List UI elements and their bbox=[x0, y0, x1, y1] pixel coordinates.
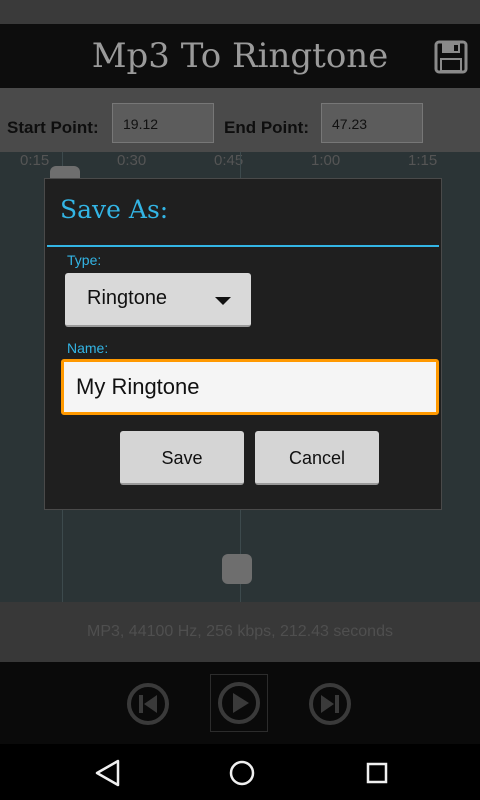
save-as-dialog: Save As: Type: Ringtone Name: Save Cance… bbox=[44, 178, 442, 510]
system-nav-bar bbox=[0, 744, 480, 800]
app-title: Mp3 To Ringtone bbox=[91, 36, 389, 76]
skip-next-icon[interactable] bbox=[308, 682, 352, 726]
type-dropdown-value: Ringtone bbox=[87, 287, 168, 309]
floppy-disk-icon[interactable] bbox=[434, 40, 468, 74]
timeline-tick: 1:15 bbox=[408, 152, 438, 169]
end-point-label: End Point: bbox=[224, 118, 309, 137]
app-title-bar: Mp3 To Ringtone bbox=[0, 24, 480, 88]
name-input[interactable] bbox=[61, 359, 439, 415]
timeline-tick: 0:30 bbox=[117, 152, 147, 169]
start-point-field[interactable]: 19.12 bbox=[112, 103, 214, 143]
recents-square-icon[interactable] bbox=[360, 756, 394, 790]
play-icon bbox=[218, 682, 260, 724]
dialog-divider bbox=[47, 245, 439, 247]
dialog-title: Save As: bbox=[60, 195, 169, 224]
cancel-button[interactable]: Cancel bbox=[255, 431, 379, 485]
end-point-field[interactable]: 47.23 bbox=[321, 103, 423, 143]
end-marker-handle[interactable] bbox=[222, 554, 252, 584]
back-triangle-icon[interactable] bbox=[91, 756, 125, 790]
name-label: Name: bbox=[67, 340, 109, 356]
type-dropdown[interactable]: Ringtone bbox=[65, 273, 251, 327]
type-label: Type: bbox=[67, 252, 102, 268]
save-button[interactable]: Save bbox=[120, 431, 244, 485]
timeline-tick: 0:45 bbox=[214, 152, 244, 169]
skip-previous-icon[interactable] bbox=[126, 682, 170, 726]
dropdown-arrow-icon bbox=[215, 297, 231, 305]
file-info-bar: MP3, 44100 Hz, 256 kbps, 212.43 seconds bbox=[0, 602, 480, 662]
timeline-tick: 0:15 bbox=[20, 152, 50, 169]
status-bar bbox=[0, 0, 480, 24]
playback-controls bbox=[0, 662, 480, 744]
start-point-label: Start Point: bbox=[7, 118, 99, 137]
points-bar: Start Point: 19.12 End Point: 47.23 bbox=[0, 88, 480, 154]
file-info-text: MP3, 44100 Hz, 256 kbps, 212.43 seconds bbox=[87, 623, 393, 640]
timeline-tick: 1:00 bbox=[311, 152, 341, 169]
play-button[interactable] bbox=[210, 674, 268, 732]
home-circle-icon[interactable] bbox=[225, 756, 259, 790]
